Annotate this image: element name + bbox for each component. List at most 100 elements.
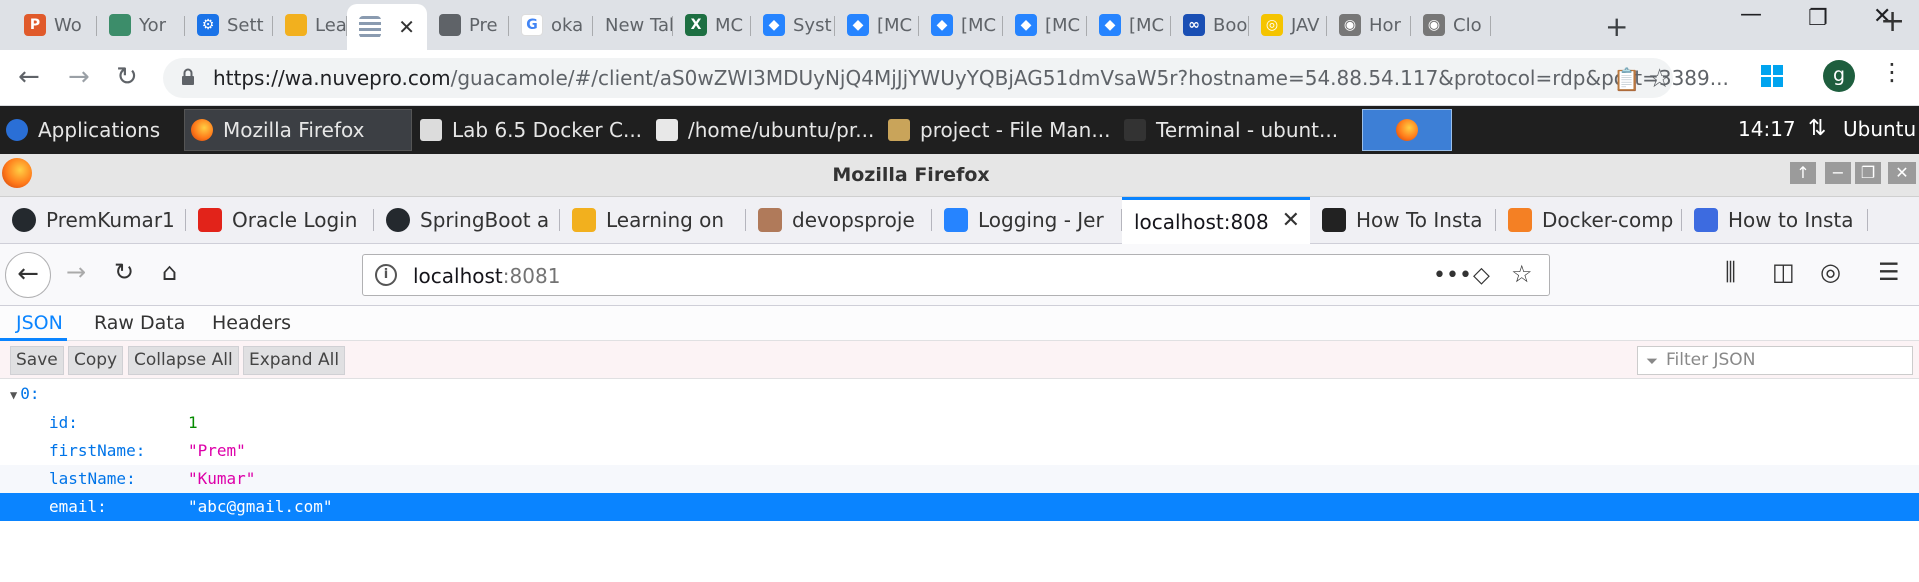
chrome-tab[interactable]: ◎ JAV: [1249, 6, 1327, 44]
firefox-tab[interactable]: How To Insta: [1310, 197, 1496, 243]
chrome-tab[interactable]: ◆ [MC: [1087, 6, 1171, 44]
chrome-tab-label: Boo: [1213, 14, 1248, 36]
library-icon[interactable]: ⫼: [1725, 258, 1736, 286]
chrome-url: https://wa.nuvepro.com/guacamole/#/clien…: [213, 66, 1729, 90]
firefox-tab[interactable]: Oracle Login: [186, 197, 374, 243]
window-up-icon[interactable]: ↑: [1790, 162, 1816, 184]
json-viewer-tabs: JSON Raw Data Headers: [0, 306, 1919, 341]
firefox-tab-label: Oracle Login: [232, 208, 358, 232]
chrome-tab[interactable]: ◉ Hor: [1327, 6, 1411, 44]
firefox-tab[interactable]: devopsproje: [746, 197, 932, 243]
json-key: firstName:: [49, 441, 146, 460]
chrome-tab[interactable]: ◆ [MC: [919, 6, 1003, 44]
oracle-icon: [198, 208, 222, 232]
ff-bookmark-star-icon[interactable]: ☆: [1511, 260, 1533, 288]
chrome-tab-label: Wo: [54, 14, 82, 36]
profile-avatar[interactable]: g: [1823, 60, 1855, 92]
firefox-new-tab-button[interactable]: +: [1880, 4, 1905, 39]
taskbar-item-label: Terminal - ubunt...: [1156, 118, 1339, 142]
account-icon[interactable]: ◎: [1820, 258, 1841, 286]
taskbar-item[interactable]: Terminal - ubunt...: [1118, 109, 1346, 151]
firefox-icon: [1396, 119, 1418, 141]
ff-home-icon[interactable]: ⌂: [162, 258, 177, 286]
chrome-tab[interactable]: New Tab: [593, 6, 673, 44]
firefox-tab[interactable]: Docker-comp: [1496, 197, 1682, 243]
forward-icon[interactable]: →: [68, 62, 90, 92]
window-maximize-icon[interactable]: ❐: [1855, 162, 1881, 184]
tab-raw-data[interactable]: Raw Data: [94, 312, 185, 334]
windows-icon[interactable]: [1760, 64, 1784, 88]
firefox-launcher[interactable]: [1362, 109, 1452, 151]
chrome-tab[interactable]: Goka: [509, 6, 593, 44]
bookmark-star-icon[interactable]: ☆: [1648, 64, 1671, 94]
excel-icon: X: [685, 14, 707, 36]
chrome-tab[interactable]: ◉ Clo: [1411, 6, 1491, 44]
back-icon[interactable]: ←: [18, 62, 40, 92]
expand-triangle-icon[interactable]: ▼: [10, 388, 17, 402]
chrome-tab[interactable]: ◆ Syst: [751, 6, 835, 44]
chrome-tab-label: [MC: [961, 14, 997, 36]
json-toolbar: Save Copy Collapse All Expand All ⏷ Filt…: [0, 341, 1919, 379]
network-icon[interactable]: ⇅: [1808, 116, 1826, 141]
taskbar-item[interactable]: Lab 6.5 Docker C...: [414, 109, 646, 151]
ff-back-button[interactable]: ←: [5, 252, 51, 298]
taskbar-item[interactable]: project - File Man...: [882, 109, 1114, 151]
chrome-tab[interactable]: ⚙ Sett: [185, 6, 273, 44]
new-tab-button[interactable]: +: [1605, 10, 1628, 43]
close-tab-icon[interactable]: ✕: [398, 15, 415, 39]
chrome-tab[interactable]: ✕: [347, 4, 427, 50]
window-close-icon[interactable]: ✕: [1888, 162, 1916, 184]
sidebar-icon[interactable]: ◫: [1772, 258, 1795, 286]
user-name[interactable]: Ubuntu: [1843, 117, 1916, 141]
firefox-tab[interactable]: SpringBoot a: [374, 197, 560, 243]
desktop-panel: Applications Mozilla Firefox Lab 6.5 Dock…: [0, 106, 1919, 154]
site-info-icon[interactable]: i: [375, 264, 397, 286]
restore-icon[interactable]: ❐: [1808, 6, 1828, 31]
firefox-tab-label: Learning on: [606, 208, 725, 232]
json-row[interactable]: firstName: "Prem": [0, 437, 1919, 465]
menu-kebab-icon[interactable]: ⋮: [1880, 58, 1904, 86]
chrome-tab[interactable]: ∞ Boo: [1171, 6, 1249, 44]
window-minimize-icon[interactable]: −: [1825, 162, 1851, 184]
chrome-tab[interactable]: Yor: [97, 6, 185, 44]
clipboard-icon[interactable]: 📋: [1613, 68, 1640, 93]
ff-forward-icon[interactable]: →: [66, 258, 86, 286]
tab-separator: [1490, 16, 1491, 36]
google-icon: G: [521, 14, 543, 36]
hamburger-menu-icon[interactable]: ☰: [1878, 258, 1900, 286]
minimize-icon[interactable]: —: [1740, 2, 1762, 27]
chrome-tab[interactable]: Pre: [427, 6, 509, 44]
collapse-all-button[interactable]: Collapse All: [128, 346, 239, 375]
reload-icon[interactable]: ↻: [116, 62, 138, 92]
taskbar-item[interactable]: /home/ubuntu/pr...: [650, 109, 878, 151]
chrome-tab[interactable]: Lea: [273, 6, 347, 44]
avatar-icon: [758, 208, 782, 232]
save-button[interactable]: Save: [10, 346, 64, 375]
expand-all-button[interactable]: Expand All: [243, 346, 346, 375]
firefox-tab[interactable]: localhost:808 ✕: [1122, 197, 1310, 244]
json-root-node[interactable]: ▼ 0:: [10, 380, 40, 409]
chrome-tab[interactable]: X MC: [673, 6, 751, 44]
chrome-tab[interactable]: ◆ [MC: [835, 6, 919, 44]
firefox-tab[interactable]: Learning on: [560, 197, 746, 243]
ff-url-bar[interactable]: i localhost:8081 ••• ◇ ☆: [362, 254, 1550, 296]
firefox-tab[interactable]: Logging - Jer: [932, 197, 1122, 243]
filter-json-input[interactable]: ⏷ Filter JSON: [1637, 346, 1913, 375]
firefox-tab[interactable]: How to Insta: [1682, 197, 1868, 243]
pocket-icon[interactable]: ◇: [1473, 263, 1490, 288]
chrome-tab[interactable]: ◆ [MC: [1003, 6, 1087, 44]
json-row[interactable]: id: 1: [0, 409, 1919, 437]
copy-button[interactable]: Copy: [68, 346, 124, 375]
close-tab-icon[interactable]: ✕: [1282, 208, 1300, 233]
json-row[interactable]: lastName: "Kumar": [0, 465, 1919, 493]
applications-menu[interactable]: Applications: [0, 109, 182, 151]
firefox-tab[interactable]: PremKumar1: [0, 197, 186, 243]
ff-reload-icon[interactable]: ↻: [114, 258, 134, 286]
chrome-address-bar[interactable]: https://wa.nuvepro.com/guacamole/#/clien…: [163, 58, 1729, 98]
chrome-tab[interactable]: P Wo: [12, 6, 97, 44]
tab-headers[interactable]: Headers: [212, 312, 291, 334]
taskbar-item[interactable]: Mozilla Firefox: [184, 109, 412, 151]
json-row[interactable]: email: "abc@gmail.com": [0, 493, 1919, 521]
tab-json[interactable]: JSON: [16, 312, 63, 334]
page-actions-icon[interactable]: •••: [1433, 263, 1472, 288]
